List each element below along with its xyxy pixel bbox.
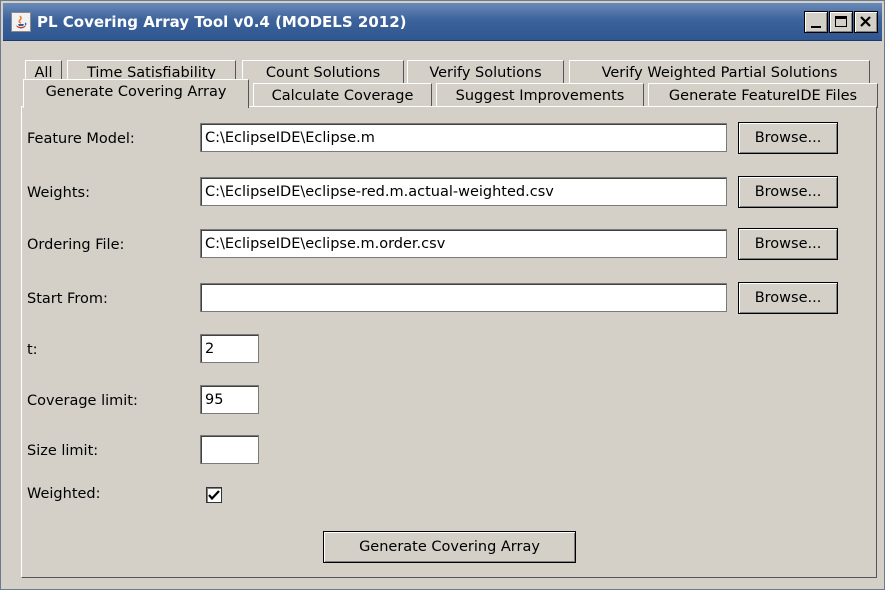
maximize-icon — [835, 16, 847, 27]
tab-verify-weighted-partial-solutions[interactable]: Verify Weighted Partial Solutions — [569, 60, 870, 85]
size-limit-label: Size limit: — [27, 443, 99, 459]
tab-suggest-improvements[interactable]: Suggest Improvements — [436, 83, 644, 108]
ordering-file-browse-button[interactable]: Browse... — [738, 228, 838, 260]
weighted-checkbox[interactable] — [206, 487, 222, 503]
tab-generate-featureide-files[interactable]: Generate FeatureIDE Files — [648, 83, 878, 108]
ordering-file-label: Ordering File: — [27, 237, 125, 253]
generate-covering-array-button[interactable]: Generate Covering Array — [323, 531, 576, 563]
start-from-label: Start From: — [27, 291, 108, 307]
weights-browse-button[interactable]: Browse... — [738, 176, 838, 208]
app-window: PL Covering Array Tool v0.4 (MODELS 2012… — [0, 0, 885, 590]
weights-input[interactable] — [200, 177, 727, 206]
tab-calculate-coverage[interactable]: Calculate Coverage — [253, 83, 432, 108]
start-from-browse-button[interactable]: Browse... — [738, 282, 838, 314]
ordering-file-input[interactable] — [200, 229, 727, 258]
t-input[interactable] — [200, 334, 259, 363]
coverage-limit-input[interactable] — [200, 385, 259, 414]
tab-generate-covering-array[interactable]: Generate Covering Array — [23, 79, 249, 108]
minimize-button[interactable] — [804, 11, 828, 33]
window-controls — [803, 11, 878, 33]
feature-model-browse-button[interactable]: Browse... — [738, 122, 838, 154]
feature-model-input[interactable] — [200, 123, 727, 152]
title-bar[interactable]: PL Covering Array Tool v0.4 (MODELS 2012… — [3, 3, 882, 41]
close-button[interactable] — [854, 11, 878, 33]
weighted-label: Weighted: — [27, 486, 101, 502]
tab-verify-solutions[interactable]: Verify Solutions — [407, 60, 564, 85]
minimize-icon — [811, 26, 821, 28]
weights-label: Weights: — [27, 185, 90, 201]
size-limit-input[interactable] — [200, 435, 259, 464]
start-from-input[interactable] — [200, 283, 727, 312]
window-title: PL Covering Array Tool v0.4 (MODELS 2012… — [37, 13, 407, 31]
close-icon — [860, 16, 871, 27]
java-icon — [11, 12, 31, 32]
feature-model-label: Feature Model: — [27, 131, 135, 147]
checkmark-icon — [208, 490, 220, 501]
tab-count-solutions[interactable]: Count Solutions — [242, 60, 404, 85]
t-label: t: — [27, 342, 38, 358]
coverage-limit-label: Coverage limit: — [27, 393, 138, 409]
maximize-button[interactable] — [829, 11, 853, 33]
